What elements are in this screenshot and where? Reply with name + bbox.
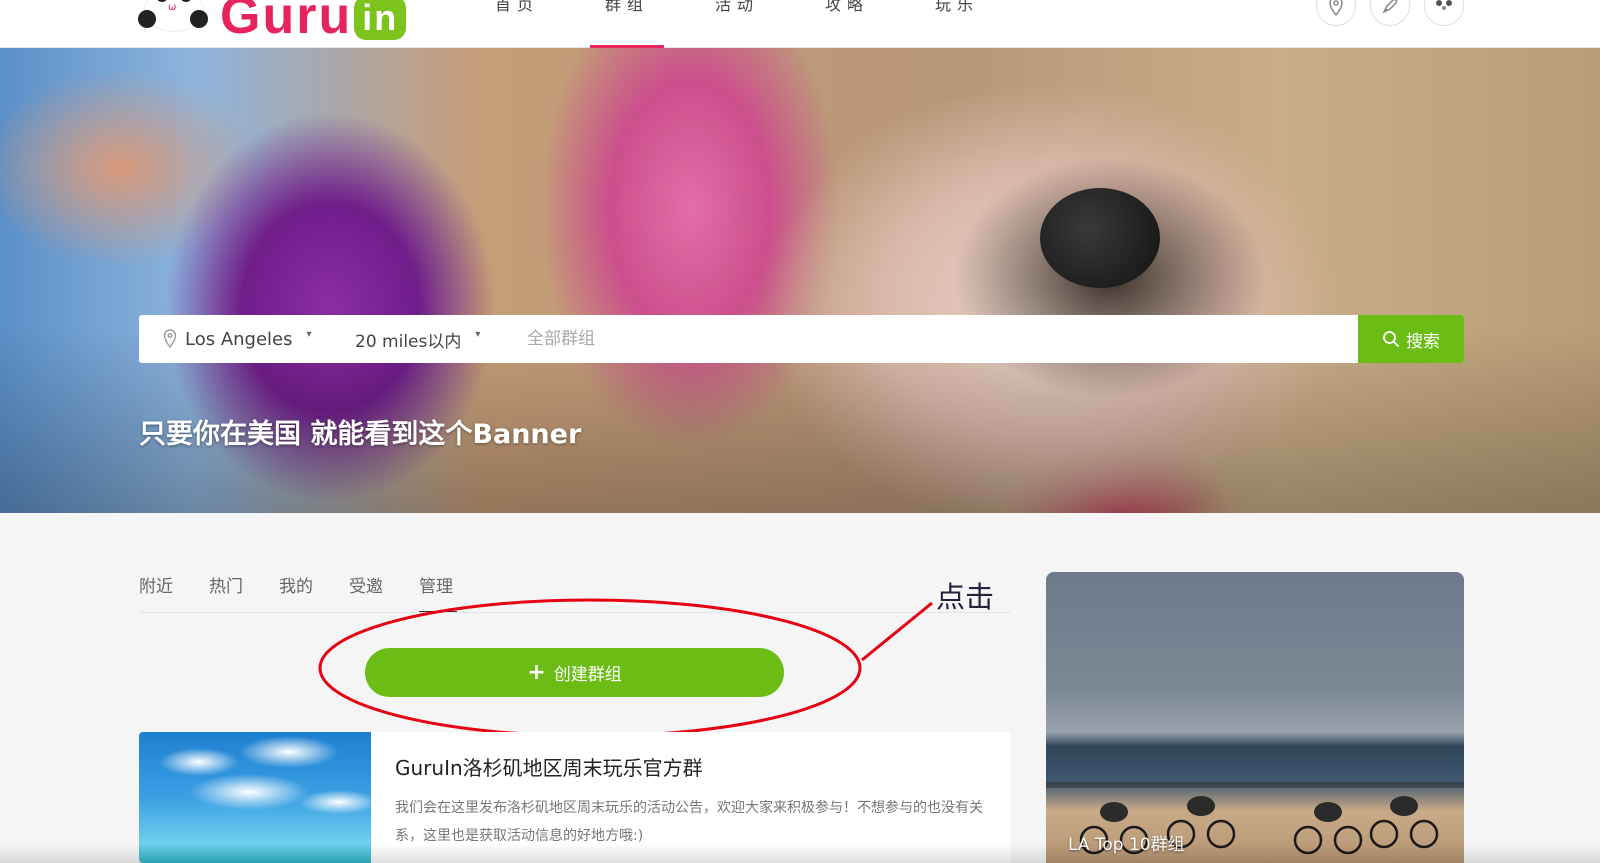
- search-bar: Los Angeles ▾ 20 miles以内 ▾ 搜索: [139, 315, 1464, 363]
- tab-mine[interactable]: 我的: [279, 572, 313, 612]
- location-value: Los Angeles: [185, 328, 293, 350]
- create-group-label: 创建群组: [553, 665, 622, 685]
- pin-icon: [163, 329, 177, 349]
- main-nav: 首页 群组 活动 攻略 玩乐: [462, 0, 1012, 48]
- top-groups-card[interactable]: LA Top 10群组: [1046, 572, 1464, 863]
- search-button[interactable]: 搜索: [1358, 315, 1464, 363]
- group-title[interactable]: GuruIn洛杉矶地区周末玩乐官方群: [395, 752, 703, 781]
- banner-title: 只要你在美国 就能看到这个Banner: [139, 419, 582, 450]
- top-header: ω Guru in 首页 群组 活动 攻略 玩乐: [0, 0, 1600, 48]
- group-tabs: 附近 热门 我的 受邀 管理: [139, 572, 489, 613]
- header-actions: [1316, 0, 1464, 26]
- distance-select[interactable]: 20 miles以内 ▾: [355, 327, 527, 352]
- panda-logo-icon: ω: [136, 0, 212, 44]
- nav-home[interactable]: 首页: [462, 0, 572, 48]
- search-input[interactable]: [527, 315, 1358, 363]
- brand-name: Guru in: [220, 0, 407, 42]
- nav-groups[interactable]: 群组: [572, 0, 682, 48]
- logo[interactable]: ω Guru in: [136, 0, 407, 44]
- bottom-fade: [0, 843, 1600, 863]
- chevron-down-icon: ▾: [306, 328, 312, 340]
- tabs-divider: [139, 612, 1011, 613]
- tab-popular[interactable]: 热门: [209, 572, 243, 612]
- nav-events[interactable]: 活动: [682, 0, 792, 48]
- group-description: 我们会在这里发布洛杉矶地区周末玩乐的活动公告，欢迎大家来积极参与！不想参与的也没…: [395, 800, 983, 844]
- cyclists-photo: [1046, 782, 1464, 855]
- search-button-label: 搜索: [1406, 331, 1440, 352]
- distance-value: 20 miles以内: [355, 331, 462, 352]
- rocket-icon[interactable]: [1370, 0, 1410, 26]
- hero-banner: Los Angeles ▾ 20 miles以内 ▾ 搜索 只要你在美国 就能看…: [0, 48, 1600, 513]
- nav-fun[interactable]: 玩乐: [902, 0, 1012, 48]
- avatar[interactable]: [1424, 0, 1464, 26]
- annotation-label: 点击: [936, 580, 995, 614]
- tab-invited[interactable]: 受邀: [349, 572, 383, 612]
- tab-nearby[interactable]: 附近: [139, 572, 173, 612]
- create-group-button[interactable]: + 创建群组: [365, 648, 784, 697]
- location-select[interactable]: Los Angeles ▾: [139, 315, 355, 363]
- location-icon[interactable]: [1316, 0, 1356, 26]
- plus-icon: +: [527, 660, 546, 685]
- banner-photo-dog: [1040, 188, 1160, 288]
- nav-guides[interactable]: 攻略: [792, 0, 902, 48]
- search-icon: [1383, 331, 1400, 348]
- tab-manage[interactable]: 管理: [419, 572, 457, 613]
- chevron-down-icon: ▾: [475, 328, 481, 340]
